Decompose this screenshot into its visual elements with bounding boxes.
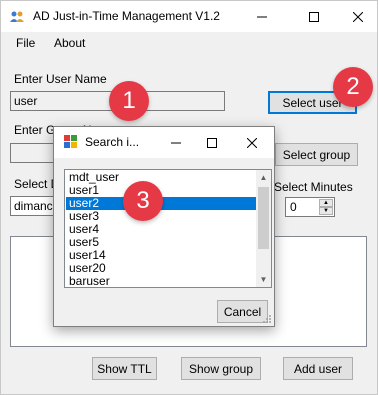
search-results-list[interactable]: mdt_user user1 user2 user3 user4 user5 u… xyxy=(64,169,272,288)
vertical-scrollbar[interactable]: ▲ ▼ xyxy=(256,170,271,287)
scroll-down-icon[interactable]: ▼ xyxy=(256,272,271,287)
menu-about[interactable]: About xyxy=(54,36,85,50)
minutes-stepper[interactable]: 0 ▲ ▼ xyxy=(285,197,335,217)
close-icon xyxy=(353,11,363,22)
scroll-up-icon[interactable]: ▲ xyxy=(256,170,271,185)
dialog-minimize-button[interactable] xyxy=(158,127,194,158)
dialog-maximize-button[interactable] xyxy=(194,127,230,158)
close-icon xyxy=(247,137,257,148)
minutes-value: 0 xyxy=(290,200,297,214)
minimize-icon xyxy=(257,16,267,17)
title-bar: AD Just-in-Time Management V1.2 xyxy=(1,1,377,32)
annotation-badge-3: 3 xyxy=(123,181,163,221)
resize-grip-icon[interactable] xyxy=(262,314,272,324)
maximize-icon xyxy=(207,137,217,148)
maximize-icon xyxy=(309,11,319,22)
dialog-title: Search i... xyxy=(85,135,140,149)
list-item[interactable]: baruser xyxy=(66,275,257,288)
cancel-button[interactable]: Cancel xyxy=(217,300,268,323)
search-dialog: Search i... mdt_user user1 user2 user3 u… xyxy=(53,126,275,327)
window-app-icon xyxy=(64,135,77,148)
user-name-label: Enter User Name xyxy=(14,72,107,86)
chevron-up-icon[interactable]: ▲ xyxy=(319,199,333,207)
chevron-down-icon[interactable]: ▼ xyxy=(319,207,333,215)
menu-file[interactable]: File xyxy=(16,36,35,50)
minimize-icon xyxy=(171,142,181,143)
dialog-close-button[interactable] xyxy=(234,127,270,158)
maximize-button[interactable] xyxy=(291,1,337,32)
menu-bar: File About xyxy=(1,32,377,54)
dialog-title-bar: Search i... xyxy=(54,127,274,158)
app-users-icon xyxy=(10,11,24,22)
add-user-button[interactable]: Add user xyxy=(283,357,353,380)
scrollbar-thumb[interactable] xyxy=(258,187,269,249)
close-button[interactable] xyxy=(335,1,378,32)
select-group-button[interactable]: Select group xyxy=(275,143,358,166)
annotation-badge-2: 2 xyxy=(333,67,373,107)
select-minutes-label: Select Minutes xyxy=(274,180,353,194)
annotation-badge-1: 1 xyxy=(109,81,149,121)
minimize-button[interactable] xyxy=(239,1,285,32)
show-group-button[interactable]: Show group xyxy=(181,357,261,380)
window-title: AD Just-in-Time Management V1.2 xyxy=(33,9,220,23)
show-ttl-button[interactable]: Show TTL xyxy=(92,357,157,380)
